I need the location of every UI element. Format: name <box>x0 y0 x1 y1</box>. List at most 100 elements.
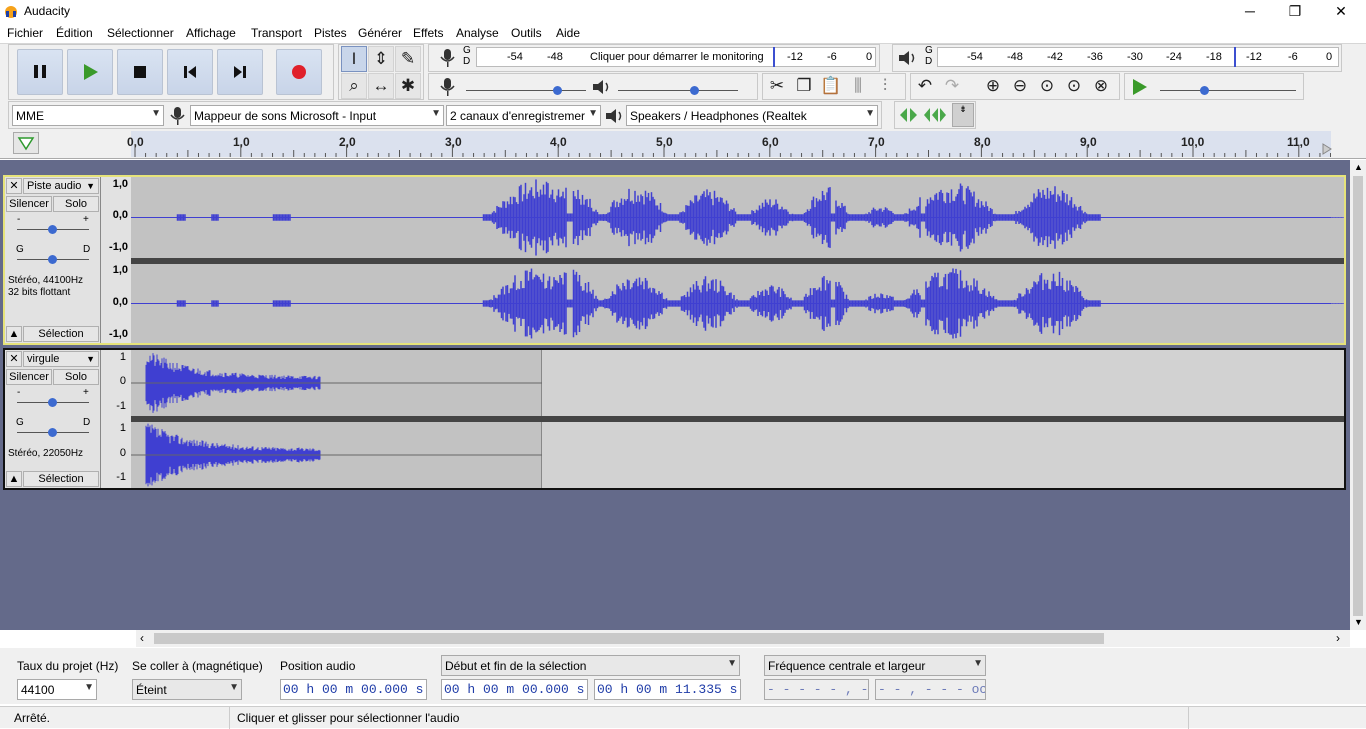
record-volume-thumb[interactable] <box>553 86 562 95</box>
close-window-button[interactable]: ✕ <box>1318 0 1364 23</box>
envelope-tool-button[interactable]: ⇕ <box>368 46 394 72</box>
audio-host-select[interactable]: MME ▼ <box>12 105 164 126</box>
restore-button[interactable]: ❐ <box>1272 0 1318 23</box>
horizontal-scrollbar[interactable]: ‹ › <box>136 630 1350 647</box>
snap-to-select[interactable]: Éteint ▼ <box>132 679 242 700</box>
menu-outils[interactable]: Outils <box>511 26 542 40</box>
play-volume-slider[interactable] <box>618 90 738 91</box>
track-close-button[interactable]: ✕ <box>6 178 22 194</box>
zoom-in-button[interactable]: ⊕ <box>980 74 1006 100</box>
skip-to-start-button[interactable] <box>167 49 213 95</box>
track-vertical-scale[interactable]: 1 0 -1 1 0 -1 <box>101 350 131 488</box>
pan-slider-thumb[interactable] <box>48 428 57 437</box>
zoom-toggle-button[interactable]: ⊗ <box>1088 74 1114 100</box>
solo-button[interactable]: Solo <box>53 369 99 385</box>
record-button[interactable] <box>276 49 322 95</box>
menu-fichier[interactable]: Fichier <box>7 26 43 40</box>
selection-mode-select[interactable]: Début et fin de la sélection ▼ <box>441 655 740 676</box>
zoom-tool-button[interactable]: ⌕ <box>341 73 367 99</box>
horizontal-scroll-thumb[interactable] <box>154 633 1104 644</box>
scroll-up-icon[interactable]: ▲ <box>1354 162 1363 172</box>
track-menu-button[interactable]: Piste audio ▼ <box>23 178 99 194</box>
play-at-speed-button[interactable] <box>1130 77 1150 97</box>
fit-selection-button[interactable]: ⊙ <box>1034 74 1060 100</box>
scrub-icon[interactable] <box>898 105 920 125</box>
spectral-mode-select[interactable]: Fréquence centrale et largeur ▼ <box>764 655 986 676</box>
center-frequency-field[interactable]: - - - - - , - - Hz <box>764 679 869 700</box>
trim-button[interactable]: ⫼ <box>845 74 871 100</box>
paste-button[interactable]: 📋 <box>818 74 844 100</box>
output-device-select[interactable]: Speakers / Headphones (Realtek ▼ <box>626 105 878 126</box>
record-volume-slider[interactable] <box>466 90 586 91</box>
scroll-right-icon[interactable]: › <box>1336 631 1340 645</box>
copy-button[interactable]: ❐ <box>791 74 817 100</box>
menu-generer[interactable]: Générer <box>358 26 402 40</box>
monitoring-prompt[interactable]: Cliquer pour démarrer le monitoring <box>590 51 764 63</box>
play-volume-thumb[interactable] <box>690 86 699 95</box>
audio-position-field[interactable]: 00 h 00 m 00.000 s <box>280 679 427 700</box>
waveform-channel-left[interactable] <box>130 177 1344 258</box>
collapse-track-button[interactable]: ▲ <box>6 326 22 342</box>
vertical-scrollbar[interactable]: ▲ ▼ <box>1350 160 1366 630</box>
menu-transport[interactable]: Transport <box>251 26 302 40</box>
menu-pistes[interactable]: Pistes <box>314 26 347 40</box>
waveform <box>131 423 542 487</box>
bandwidth-field[interactable]: - - , - - - octaves <box>875 679 986 700</box>
channel-separator <box>131 258 1344 264</box>
input-device-select[interactable]: Mappeur de sons Microsoft - Input ▼ <box>190 105 444 126</box>
select-track-button[interactable]: Sélection <box>23 471 99 487</box>
menu-analyse[interactable]: Analyse <box>456 26 499 40</box>
track-menu-button[interactable]: virgule ▼ <box>23 351 99 367</box>
timeline-options-button[interactable] <box>13 132 39 154</box>
multi-tool-button[interactable]: ✱ <box>395 73 421 99</box>
collapse-track-button[interactable]: ▲ <box>6 471 22 487</box>
mute-button[interactable]: Silencer <box>6 196 52 212</box>
clip-left-channel[interactable] <box>131 350 542 416</box>
selection-end-field[interactable]: 00 h 00 m 11.335 s <box>594 679 741 700</box>
selection-tool-button[interactable]: I <box>341 46 367 72</box>
undo-button[interactable]: ↶ <box>912 74 938 100</box>
menu-affichage[interactable]: Affichage <box>186 26 236 40</box>
speaker-icon <box>606 109 622 123</box>
menu-effets[interactable]: Effets <box>413 26 443 40</box>
play-button[interactable] <box>67 49 113 95</box>
scrub-ruler-button[interactable]: ⇟ <box>952 103 974 127</box>
cut-button[interactable]: ✂ <box>764 74 790 100</box>
track-close-button[interactable]: ✕ <box>6 351 22 367</box>
timeline-ruler[interactable]: 0,0 1,0 2,0 3,0 4,0 5,0 6,0 7,0 8,0 9,0 … <box>0 129 1366 159</box>
fit-project-button[interactable]: ⊙ <box>1061 74 1087 100</box>
clip-right-channel[interactable] <box>131 422 542 488</box>
menu-aide[interactable]: Aide <box>556 26 580 40</box>
mute-button[interactable]: Silencer <box>6 369 52 385</box>
timeshift-tool-button[interactable]: ↔ <box>368 73 394 99</box>
scroll-left-icon[interactable]: ‹ <box>140 631 144 645</box>
vertical-scroll-thumb[interactable] <box>1353 176 1363 616</box>
channels-select[interactable]: 2 canaux d'enregistremer ▼ <box>446 105 601 126</box>
skip-to-end-button[interactable] <box>217 49 263 95</box>
project-rate-select[interactable]: 44100 ▼ <box>17 679 97 700</box>
silence-button[interactable]: ⫶ <box>872 74 898 100</box>
selection-start-field[interactable]: 00 h 00 m 00.000 s <box>441 679 588 700</box>
pan-slider-thumb[interactable] <box>48 255 57 264</box>
gain-slider-thumb[interactable] <box>48 225 57 234</box>
zoom-out-button[interactable]: ⊖ <box>1007 74 1033 100</box>
select-track-button[interactable]: Sélection <box>23 326 99 342</box>
menu-selectionner[interactable]: Sélectionner <box>107 26 174 40</box>
speed-slider-thumb[interactable] <box>1200 86 1209 95</box>
redo-button[interactable]: ↷ <box>939 74 965 100</box>
track-vertical-scale[interactable]: 1,0 0,0 -1,0 1,0 0,0 -1,0 <box>101 177 131 343</box>
minimize-button[interactable]: ─ <box>1227 0 1273 23</box>
waveform-channel-right[interactable] <box>130 264 1344 343</box>
chevron-down-icon: ▼ <box>973 658 983 669</box>
seek-icon[interactable] <box>922 105 948 125</box>
draw-tool-button[interactable]: ✎ <box>395 46 421 72</box>
tracks-area[interactable]: ✕ Piste audio ▼ Silencer Solo - + G D Sté… <box>0 160 1350 630</box>
menu-edition[interactable]: Édition <box>56 26 93 40</box>
pause-button[interactable] <box>17 49 63 95</box>
scroll-down-icon[interactable]: ▼ <box>1354 617 1363 627</box>
speed-slider[interactable] <box>1160 90 1296 91</box>
stop-button[interactable] <box>117 49 163 95</box>
solo-button[interactable]: Solo <box>53 196 99 212</box>
gain-slider-thumb[interactable] <box>48 398 57 407</box>
audacity-logo-icon <box>5 6 17 18</box>
